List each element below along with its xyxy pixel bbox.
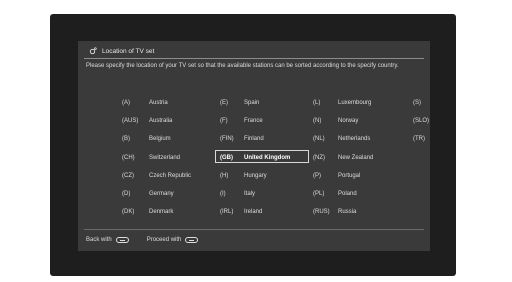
country-code: (GB) [220, 154, 233, 161]
country-code: (I) [220, 190, 226, 197]
country-name: United Kingdom [244, 154, 291, 161]
country-name: Belgium [149, 135, 171, 142]
country-code: (F) [220, 117, 228, 124]
country-name: Switzerland [149, 154, 181, 161]
country-code: (FIN) [220, 135, 234, 142]
country-name: Portugal [338, 172, 361, 179]
country-code: (SLO) [413, 117, 430, 124]
country-name: Spain [244, 99, 260, 106]
country-code: (P) [313, 172, 321, 179]
country-code: (D) [122, 190, 131, 197]
country-name: Ireland [244, 208, 263, 215]
country-code: (L) [313, 99, 321, 106]
country-name: New Zealand [338, 154, 374, 161]
ok-key-icon[interactable] [185, 237, 199, 243]
country-name: Italy [244, 190, 256, 197]
footer: Back with Proceed with [86, 234, 199, 246]
country-name: Norway [338, 117, 359, 124]
footer-divider [84, 229, 424, 230]
country-grid: (A) Austria (AUS) Australia (B) Belgium (CH) Sw… [0, 0, 512, 282]
country-name: Finland [244, 135, 264, 142]
country-name: Russia [338, 208, 357, 215]
country-name: Hungary [244, 172, 267, 179]
country-code: (RUS) [313, 208, 330, 215]
country-name: Australia [149, 117, 173, 124]
country-code: (PL) [313, 190, 325, 197]
country-code: (NZ) [313, 154, 325, 161]
country-name: France [244, 117, 263, 124]
country-code: (CH) [122, 154, 135, 161]
country-name: Netherlands [338, 135, 371, 142]
country-code: (AUS) [122, 117, 139, 124]
country-code: (A) [122, 99, 130, 106]
country-code: (DK) [122, 208, 135, 215]
country-name: Czech Republic [149, 172, 192, 179]
back-label: Back with [86, 237, 112, 243]
country-code: (B) [122, 135, 130, 142]
country-code: (H) [220, 172, 229, 179]
country-name: Luxembourg [338, 99, 372, 106]
country-code: (TR) [413, 135, 425, 142]
country-code: (E) [220, 99, 228, 106]
country-name: Austria [149, 99, 168, 106]
country-name: Poland [338, 190, 357, 197]
country-code: (IRL) [220, 208, 234, 215]
country-code: (NL) [313, 135, 325, 142]
back-key-icon[interactable] [115, 237, 129, 243]
country-code: (S) [413, 99, 421, 106]
proceed-label: Proceed with [146, 237, 182, 243]
country-code: (N) [313, 117, 322, 124]
country-name: Germany [149, 190, 174, 197]
country-name: Denmark [149, 208, 174, 215]
country-code: (CZ) [122, 172, 134, 179]
